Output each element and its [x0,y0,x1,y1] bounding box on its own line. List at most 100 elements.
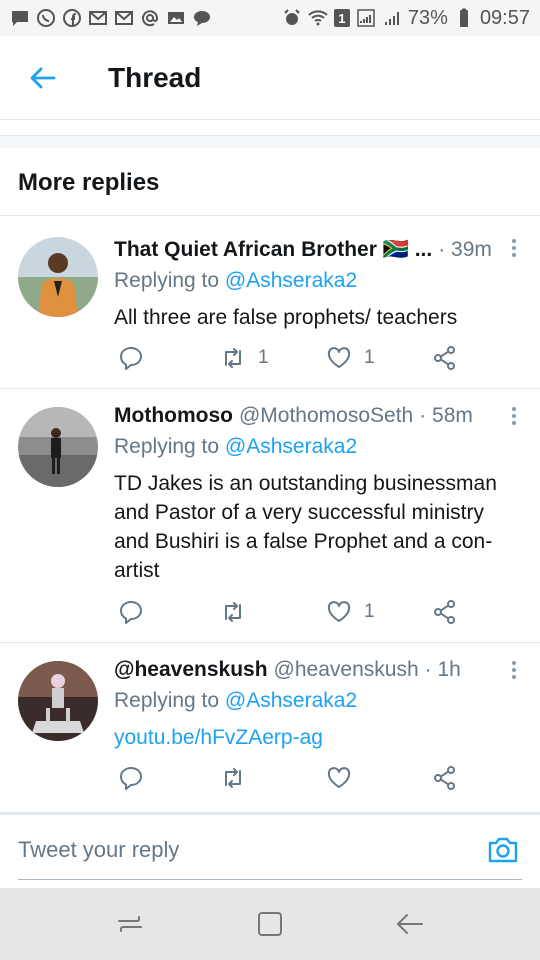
camera-button[interactable] [486,833,520,867]
tweet-actions [114,763,474,793]
share-icon [434,600,455,624]
more-vertical-icon [512,407,516,425]
display-name[interactable]: Mothomoso [114,404,233,428]
timestamp: · 58m [419,404,473,427]
replying-to: Replying to @Ashseraka2 [114,689,520,719]
reply-composer: Tweet your reply [0,812,540,888]
reply-icon [120,601,142,624]
app-header: Thread [0,36,540,120]
replying-to: Replying to @Ashseraka2 [114,269,520,299]
sim-badge-icon: 1 [333,9,350,27]
signal-icon [356,8,376,28]
retweet-icon [225,348,241,368]
tweet-text: TD Jakes is an outstanding businessman a… [114,472,497,582]
reply-button[interactable] [118,597,144,627]
like-count: 1 [364,601,375,622]
display-name[interactable]: @heavenskush [114,658,268,682]
user-handle[interactable]: @heavenskush [274,658,419,682]
tweet-item[interactable]: Mothomoso @MothomosoSeth · 58m Replying … [0,389,540,643]
avatar[interactable] [18,661,98,741]
tweet-item[interactable]: That Quiet African Brother 🇿🇦 ... · 39m … [0,217,540,389]
back-button[interactable] [24,60,60,96]
share-icon [434,766,455,790]
nav-back-button[interactable] [390,904,430,944]
share-button[interactable] [432,763,458,793]
like-button[interactable]: 1 [326,343,375,373]
tweet-link[interactable]: youtu.be/hFvZAerp-ag [114,723,520,752]
reply-button[interactable] [118,763,144,793]
timestamp: · 1h [424,658,461,681]
tweet-meta: @heavenskush @heavenskush · 1h [114,655,520,685]
tweet-item[interactable]: @heavenskush @heavenskush · 1h Replying … [0,643,540,809]
chat-bubble-icon [10,8,30,28]
more-vertical-icon [512,661,516,679]
avatar[interactable] [18,237,98,317]
share-icon [434,346,455,370]
divider [0,136,540,148]
like-button[interactable]: 1 [326,597,375,627]
more-options-button[interactable] [504,655,524,685]
camera-icon [488,837,518,863]
avatar[interactable] [18,407,98,487]
recent-apps-icon [118,916,142,932]
replying-prefix: Replying to [114,689,220,712]
message-icon [192,8,212,28]
reply-icon [120,767,142,790]
reply-button[interactable] [118,343,144,373]
input-underline [18,879,522,880]
image-icon [166,8,186,28]
mention-link[interactable]: @Ashseraka2 [225,689,357,712]
user-handle[interactable]: @MothomosoSeth [239,404,413,428]
mention-link[interactable]: @Ashseraka2 [225,269,357,292]
clock: 09:57 [479,6,530,29]
at-sign-icon [140,8,160,28]
reply-icon [120,347,142,370]
home-square-icon [258,912,282,936]
display-name[interactable]: That Quiet African Brother 🇿🇦 ... [114,238,432,262]
tweet-actions: 1 1 [114,343,474,373]
signal-bars-icon [382,8,402,28]
page-title: Thread [108,61,202,93]
like-count: 1 [364,347,375,368]
wifi-icon [308,8,328,28]
replying-to: Replying to @Ashseraka2 [114,435,520,465]
home-button[interactable] [250,904,290,944]
status-bar: 1 73% 09:57 [0,0,540,36]
mention-link[interactable]: @Ashseraka2 [225,435,357,458]
reply-input[interactable]: Tweet your reply [18,837,179,863]
recent-apps-button[interactable] [110,904,150,944]
whatsapp-icon [36,8,56,28]
timestamp: · 39m [438,238,492,261]
tweet-meta: Mothomoso @MothomosoSeth · 58m [114,401,520,431]
heart-icon [327,347,351,368]
replying-prefix: Replying to [114,435,220,458]
back-arrow-icon [30,67,56,88]
system-status: 1 73% 09:57 [282,7,530,30]
share-button[interactable] [432,343,458,373]
like-button[interactable] [326,763,352,793]
battery-icon [454,8,474,28]
heart-icon [327,601,351,622]
section-title: More replies [18,168,160,196]
more-replies-header: More replies [0,150,540,216]
notification-icons [10,8,212,28]
heart-icon [327,767,351,788]
tweet-actions: 1 [114,597,474,627]
gmail-icon [88,8,108,28]
more-options-button[interactable] [504,401,524,431]
gmail-icon [114,8,134,28]
retweet-icon [225,768,241,788]
replying-prefix: Replying to [114,269,220,292]
retweet-button[interactable] [220,597,246,627]
system-nav-bar [0,888,540,960]
facebook-icon [62,8,82,28]
back-arrow-icon [397,914,423,934]
more-options-button[interactable] [504,233,524,263]
retweet-button[interactable] [220,763,246,793]
tweet-text: All three are false prophets/ teachers [114,306,458,329]
share-button[interactable] [432,597,458,627]
retweet-count: 1 [258,347,269,368]
more-vertical-icon [512,239,516,257]
retweet-button[interactable]: 1 [220,343,269,373]
retweet-icon [225,602,241,622]
